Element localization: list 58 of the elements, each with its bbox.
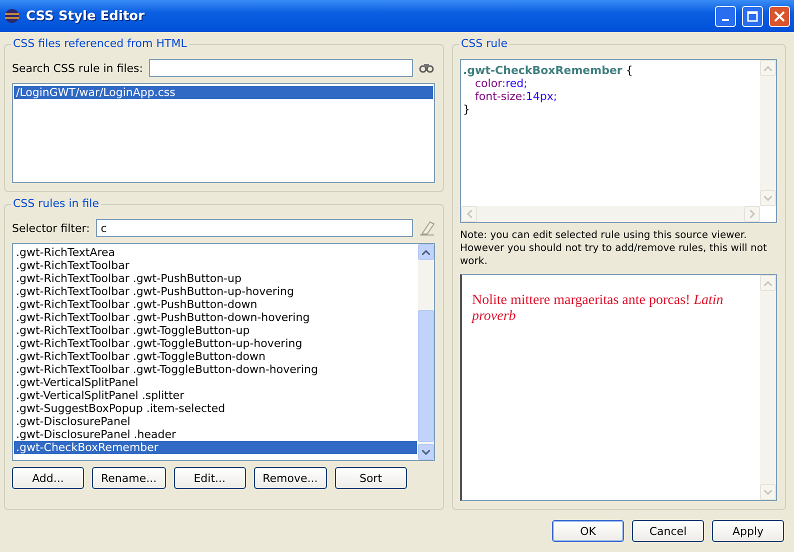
code-line: font-size:14px; xyxy=(474,90,558,103)
rule-item[interactable]: .gwt-RichTextArea xyxy=(14,246,417,259)
maximize-icon xyxy=(747,10,758,22)
rule-item[interactable]: .gwt-RichTextToolbar .gwt-ToggleButton-down-hovering xyxy=(14,363,417,376)
scroll-right-icon xyxy=(750,210,754,218)
rule-item[interactable]: .gwt-RichTextToolbar .gwt-PushButton-up-hovering xyxy=(14,285,417,298)
rule-item[interactable]: .gwt-RichTextToolbar .gwt-ToggleButton-up xyxy=(14,324,417,337)
group-title: CSS rules in file xyxy=(11,197,101,210)
scroll-left-icon xyxy=(466,210,472,218)
rule-item[interactable]: .gwt-RichTextToolbar .gwt-PushButton-up xyxy=(14,272,417,285)
rule-item[interactable]: .gwt-RichTextToolbar .gwt-ToggleButton-up-hovering xyxy=(14,337,417,350)
filter-label: Selector filter: xyxy=(12,222,90,234)
code-line: } xyxy=(463,103,471,116)
search-field[interactable] xyxy=(148,59,413,77)
scroll-up-icon xyxy=(422,250,430,254)
rule-item[interactable]: .gwt-DisclosurePanel xyxy=(14,415,417,428)
preview-text: Nolite mittere margaeritas ante porcas! Latin proverb xyxy=(470,292,724,326)
rule-item[interactable]: .gwt-RichTextToolbar .gwt-ToggleButton-down xyxy=(14,350,417,363)
scroll-up-icon xyxy=(764,280,772,286)
code-line: color:red; xyxy=(474,77,528,90)
rule-item[interactable]: .gwt-VerticalSplitPanel xyxy=(14,376,417,389)
binoculars-icon[interactable] xyxy=(419,62,435,74)
rule-action-button[interactable]: Rename... xyxy=(92,467,166,489)
rule-action-button[interactable]: Add... xyxy=(12,467,84,489)
rule-item[interactable]: .gwt-RichTextToolbar xyxy=(14,259,417,272)
rule-item[interactable]: .gwt-CheckBoxRemember xyxy=(14,441,417,454)
dialog-button[interactable]: OK xyxy=(552,520,624,542)
app-icon xyxy=(4,8,20,24)
scroll-down-icon xyxy=(422,450,430,454)
rule-item[interactable]: .gwt-SuggestBoxPopup .item-selected xyxy=(14,402,417,415)
scroll-down-icon xyxy=(764,196,772,200)
minimize-icon xyxy=(722,19,729,21)
dialog-button[interactable]: Apply xyxy=(712,520,784,542)
rule-item[interactable]: .gwt-VerticalSplitPanel .splitter xyxy=(14,389,417,402)
code-line: .gwt-CheckBoxRemember { xyxy=(463,64,634,77)
rule-action-button[interactable]: Sort xyxy=(334,467,407,489)
rule-item[interactable]: .gwt-RichTextToolbar .gwt-PushButton-down-hovering xyxy=(14,311,417,324)
dialog-button[interactable]: Cancel xyxy=(632,520,704,542)
group-title: CSS files referenced from HTML xyxy=(11,37,189,50)
rule-action-button[interactable]: Remove... xyxy=(254,467,327,489)
close-icon xyxy=(774,10,785,22)
filter-field[interactable]: c xyxy=(96,219,413,237)
rule-item[interactable]: .gwt-RichTextToolbar .gwt-PushButton-down xyxy=(14,298,417,311)
rule-item[interactable]: .gwt-DisclosurePanel .header xyxy=(14,428,417,441)
scroll-down-icon xyxy=(764,490,772,494)
eraser-icon[interactable] xyxy=(419,220,435,236)
rule-action-button[interactable]: Edit... xyxy=(174,467,246,489)
group-title: CSS rule xyxy=(459,37,510,50)
search-label: Search CSS rule in files: xyxy=(12,62,143,74)
minimize-button[interactable] xyxy=(715,6,736,26)
file-item[interactable]: /LoginGWT/war/LoginApp.css xyxy=(14,86,433,99)
close-button[interactable] xyxy=(769,6,790,26)
scrollbar[interactable] xyxy=(418,244,434,460)
scroll-up-icon xyxy=(764,66,772,70)
window-title: CSS Style Editor xyxy=(26,8,146,24)
maximize-button[interactable] xyxy=(742,6,763,26)
note-text: Note: you can edit selected rule using this source viewer. However you should not try to add/remove rules, this will not work. xyxy=(460,229,768,268)
code-editor[interactable]: .gwt-CheckBoxRemember { color:red; font-size:14px; } xyxy=(460,59,777,223)
